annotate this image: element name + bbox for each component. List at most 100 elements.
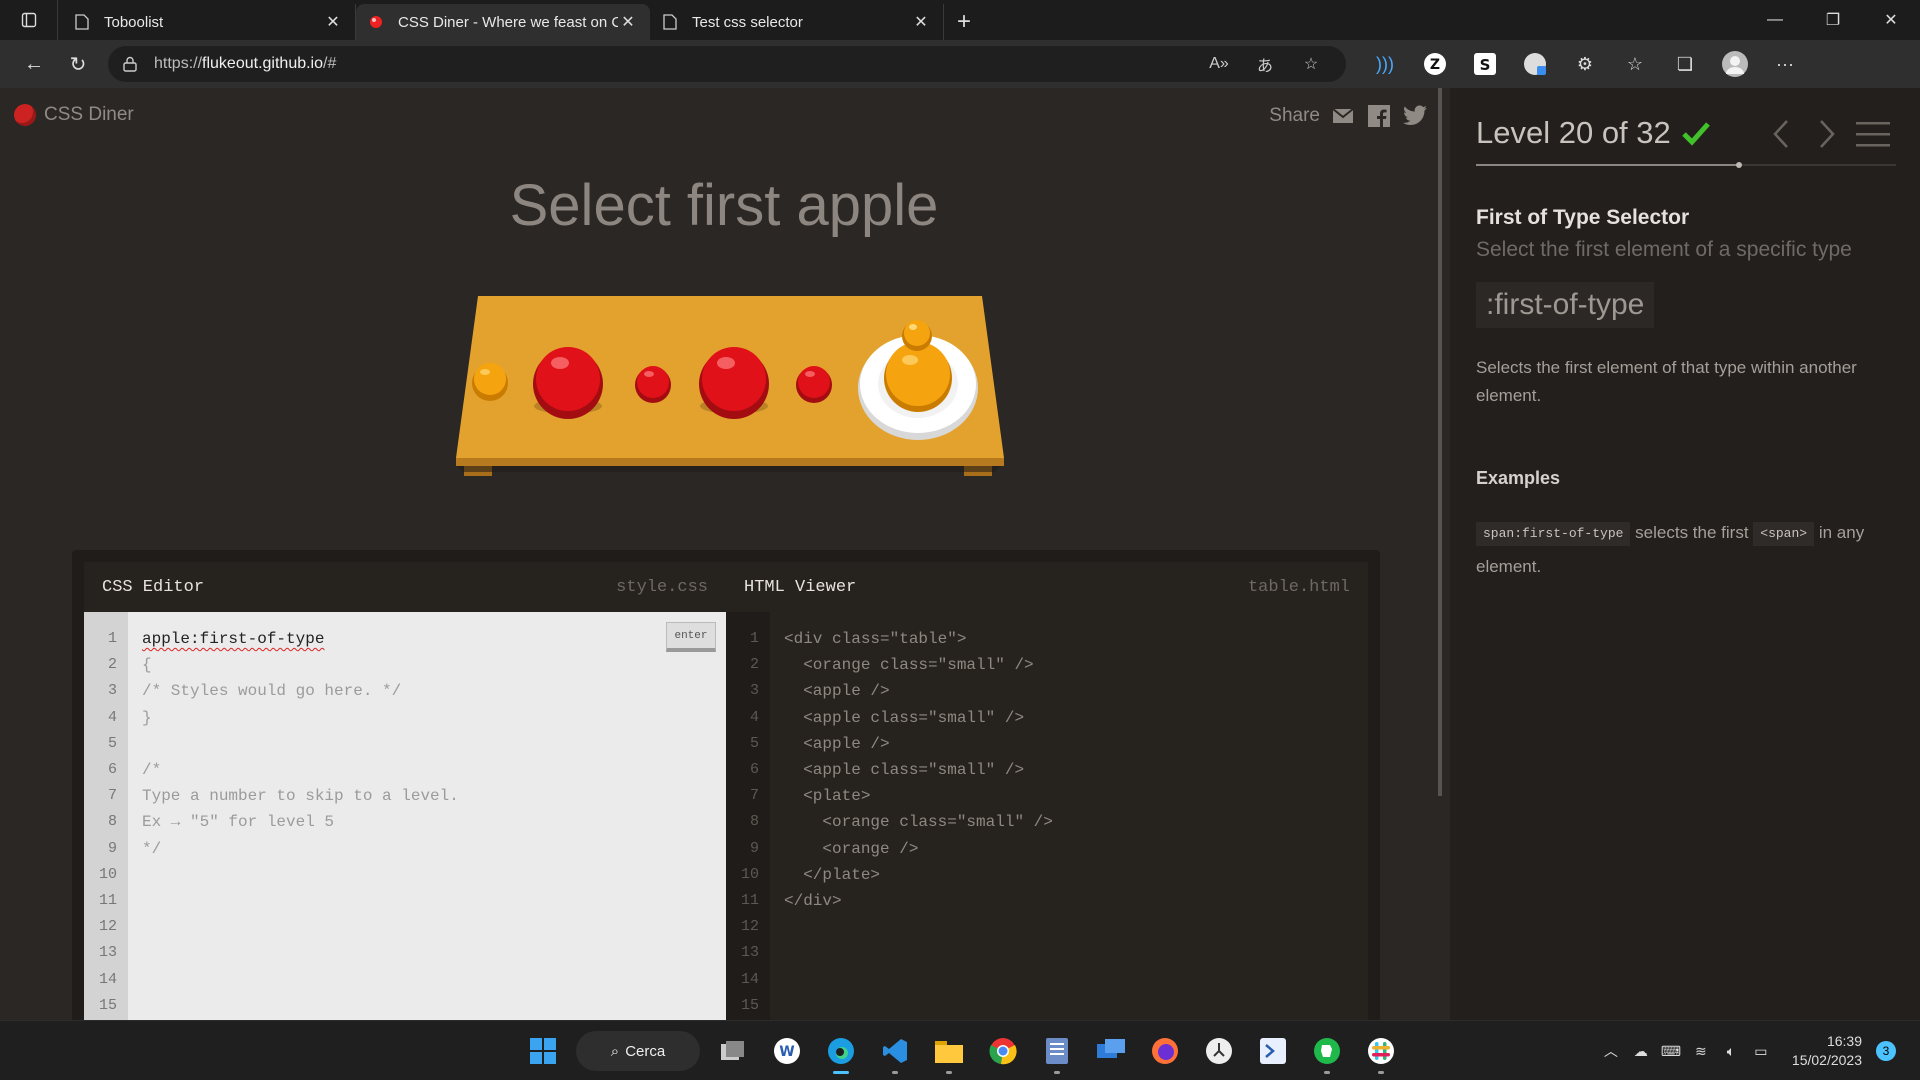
translate-icon[interactable]: あ	[1242, 52, 1288, 76]
wifi-extension-icon[interactable]: )))	[1360, 46, 1410, 82]
selector-input-text[interactable]: apple:first-of-type	[142, 630, 324, 648]
reload-icon: ↻	[69, 53, 87, 76]
level-header: Level 20 of 32	[1476, 110, 1896, 156]
app-w-icon[interactable]: W	[762, 1026, 812, 1076]
chevron-right-icon	[1820, 120, 1835, 148]
firefox-icon[interactable]	[1140, 1026, 1190, 1076]
color-picker-extension-icon[interactable]	[1510, 46, 1560, 82]
level-menu-button[interactable]	[1850, 114, 1896, 154]
close-tab-icon[interactable]: ✕	[911, 12, 931, 32]
enter-button[interactable]: enter	[666, 622, 716, 652]
clock-app-icon[interactable]	[1194, 1026, 1244, 1076]
twitter-icon[interactable]	[1402, 104, 1428, 128]
example-code: span:first-of-type	[1476, 521, 1631, 546]
file-explorer-icon[interactable]	[924, 1026, 974, 1076]
html-markup: <div class="table"> <orange class="small…	[784, 630, 1053, 911]
line-numbers: 1 2 3 4 5 6 7 8 9 10 11 12 13 14 15	[726, 612, 770, 1020]
example-item: span:first-of-type selects the first <sp…	[1476, 516, 1896, 584]
checkmark-icon	[1681, 122, 1710, 146]
example-text: selects the first	[1635, 523, 1749, 542]
favorites-icon[interactable]: ☆	[1610, 46, 1660, 82]
taskbar-apps: ⌕ Cerca W	[516, 1021, 1408, 1080]
close-window-button[interactable]: ✕	[1862, 0, 1920, 40]
battery-icon[interactable]: ▭	[1746, 1043, 1776, 1060]
close-tab-icon[interactable]: ✕	[618, 12, 638, 32]
minimize-button[interactable]: —	[1746, 0, 1804, 40]
windows-logo-icon	[530, 1038, 556, 1064]
html-viewer-header: HTML Viewer table.html	[726, 562, 1368, 612]
s-extension-icon[interactable]: S	[1460, 46, 1510, 82]
new-tab-button[interactable]: +	[944, 4, 984, 40]
clock[interactable]: 16:39 15/02/2023	[1792, 1032, 1862, 1070]
add-favorite-icon[interactable]: ☆	[1288, 54, 1334, 74]
selector-name: First of Type Selector	[1476, 206, 1690, 229]
url-host: flukeout.github.io	[202, 55, 324, 72]
notes-app-icon[interactable]	[1032, 1026, 1082, 1076]
powershell-icon[interactable]	[1248, 1026, 1298, 1076]
email-icon[interactable]	[1330, 104, 1356, 128]
tab-actions-icon	[21, 12, 36, 28]
close-tab-icon[interactable]: ✕	[323, 12, 343, 32]
puzzle-extensions-icon[interactable]: ⚙	[1560, 46, 1610, 82]
svg-text:W: W	[779, 1044, 794, 1060]
tab-toboolist[interactable]: Toboolist ✕	[62, 4, 356, 40]
address-bar[interactable]: https://flukeout.github.io/# A» あ ☆	[108, 46, 1346, 82]
level-progress-knob	[1735, 162, 1742, 168]
restore-button[interactable]: ❐	[1804, 0, 1862, 40]
onedrive-off-icon[interactable]: ☁	[1626, 1043, 1656, 1060]
reload-button[interactable]: ↻	[56, 46, 100, 82]
collections-icon[interactable]: ❏	[1660, 46, 1710, 82]
level-progress-bar	[1476, 162, 1896, 168]
chrome-icon[interactable]	[978, 1026, 1028, 1076]
tab-title: Test css selector	[692, 13, 803, 31]
level-nav	[1758, 114, 1896, 154]
html-viewer-pane: HTML Viewer table.html 1 2 3 4 5 6 7 8 9…	[726, 562, 1368, 1020]
previous-level-button[interactable]	[1758, 114, 1804, 154]
wifi-icon[interactable]: ≋	[1686, 1043, 1716, 1060]
selector-title: Select the first element of a specific t…	[1476, 238, 1852, 261]
volume-icon[interactable]: 🔈︎	[1716, 1043, 1746, 1060]
zotero-extension-icon[interactable]: Z	[1410, 46, 1460, 82]
svg-text:Z: Z	[1430, 57, 1440, 73]
tab-title: CSS Diner - Where we feast on C	[398, 13, 618, 31]
browser-tab-strip: Toboolist ✕ CSS Diner - Where we feast o…	[0, 0, 1920, 40]
page-icon	[74, 14, 90, 30]
css-editor-body[interactable]: 1 2 3 4 5 6 7 8 9 10 11 12 13 14 15 appl…	[84, 612, 726, 1020]
windows-taskbar: ⌕ Cerca W ︿ ☁ ⌨ ≋ 🔈︎ ▭ 16:39 15/02/2023 3	[0, 1020, 1920, 1080]
taskbar-search[interactable]: ⌕ Cerca	[576, 1031, 700, 1071]
tab-test-css-selector[interactable]: Test css selector ✕	[650, 4, 944, 40]
read-aloud-icon[interactable]: A»	[1196, 55, 1242, 73]
logo[interactable]: CSS Diner	[14, 104, 134, 126]
back-button[interactable]: ←	[12, 46, 56, 82]
next-level-button[interactable]	[1804, 114, 1850, 154]
window-controls: — ❐ ✕	[1746, 0, 1920, 40]
start-button[interactable]	[518, 1026, 568, 1076]
css-placeholder-code: { /* Styles would go here. */ } /* Type …	[142, 656, 459, 858]
code-editor: CSS Editor style.css 1 2 3 4 5 6 7 8 9 1…	[72, 550, 1380, 1020]
tab-title: Toboolist	[104, 13, 164, 31]
share-label: Share	[1269, 105, 1320, 126]
level-progress-fill	[1476, 164, 1739, 166]
more-menu-icon[interactable]: ···	[1760, 46, 1810, 82]
task-view-icon[interactable]	[708, 1026, 758, 1076]
tab-css-diner[interactable]: CSS Diner - Where we feast on C ✕	[356, 4, 650, 40]
slack-icon[interactable]	[1356, 1026, 1406, 1076]
profile-avatar[interactable]	[1710, 46, 1760, 82]
facebook-icon[interactable]	[1366, 104, 1392, 128]
css-editor-header: CSS Editor style.css	[84, 562, 726, 612]
evernote-icon[interactable]	[1302, 1026, 1352, 1076]
notification-badge[interactable]: 3	[1876, 1041, 1896, 1061]
html-viewer-label: HTML Viewer	[744, 577, 857, 597]
remote-desktop-icon[interactable]	[1086, 1026, 1136, 1076]
level-title: Level 20 of 32	[1476, 115, 1671, 150]
css-input[interactable]: apple:first-of-type { /* Styles would go…	[128, 612, 726, 1020]
tab-actions-button[interactable]	[0, 0, 58, 40]
chevron-up-icon[interactable]: ︿	[1596, 1041, 1626, 1061]
vscode-icon[interactable]	[870, 1026, 920, 1076]
keyboard-icon[interactable]: ⌨	[1656, 1043, 1686, 1060]
arrow-left-icon: ←	[24, 52, 44, 75]
example-tag: <span>	[1753, 521, 1815, 546]
hamburger-menu-icon	[1856, 122, 1890, 147]
page-scrollbar[interactable]	[1438, 88, 1442, 796]
edge-browser-icon[interactable]	[816, 1026, 866, 1076]
